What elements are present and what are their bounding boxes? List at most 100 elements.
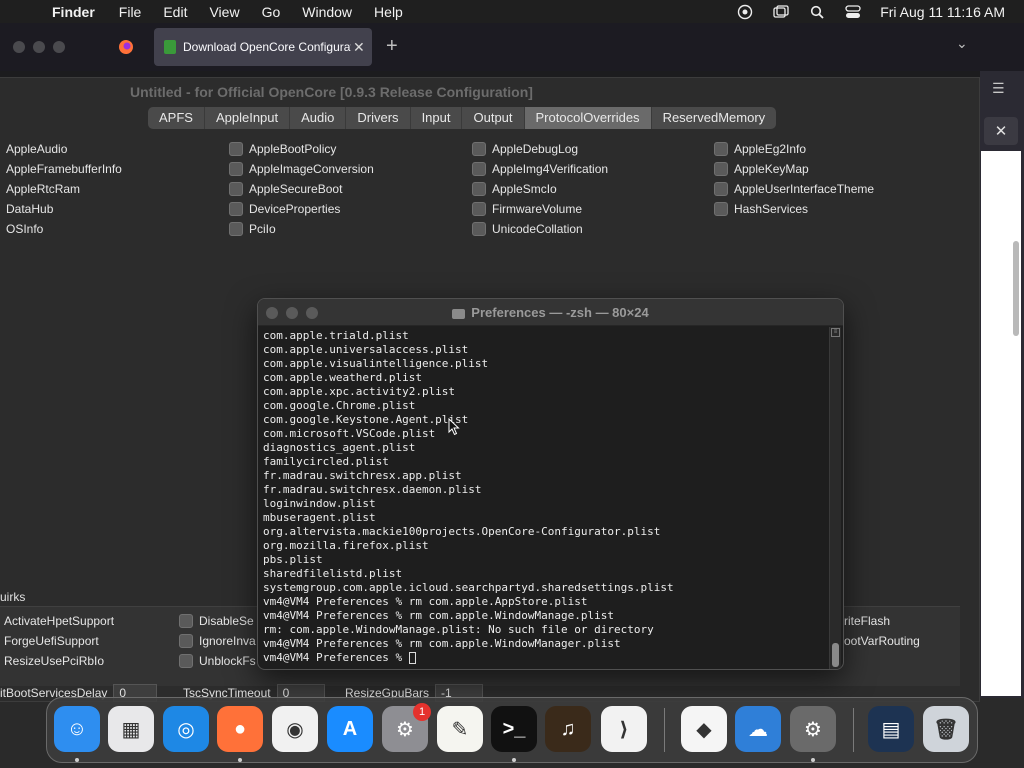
tab-input[interactable]: Input (411, 107, 463, 129)
tab-output[interactable]: Output (462, 107, 525, 129)
terminal-title-bar[interactable]: Preferences — -zsh — 80×24 (258, 299, 843, 326)
checkbox-box[interactable] (229, 182, 243, 196)
tab-appleinput[interactable]: AppleInput (205, 107, 291, 129)
tab-audio[interactable]: Audio (290, 107, 347, 129)
menu-file[interactable]: File (119, 4, 142, 20)
control-center-icon[interactable] (844, 3, 861, 20)
checkbox-deviceproperties[interactable]: DeviceProperties (229, 201, 340, 217)
dock-trash-icon[interactable]: 🗑 (923, 706, 969, 752)
menu-help[interactable]: Help (374, 4, 403, 20)
checkbox-forgeuefisupport[interactable]: ForgeUefiSupport (0, 633, 99, 649)
scroll-marker-icon[interactable]: ≡ (831, 328, 840, 337)
checkbox-appleeg2info[interactable]: AppleEg2Info (714, 141, 806, 157)
checkbox-appleimageconversion[interactable]: AppleImageConversion (229, 161, 374, 177)
list-all-tabs-button[interactable]: ⌄ (956, 35, 968, 52)
checkbox-box[interactable] (714, 142, 728, 156)
terminal-line: fr.madrau.switchresx.app.plist (263, 469, 462, 482)
pinned-tab-firefox[interactable] (110, 33, 142, 61)
close-sidebar-button[interactable]: ✕ (984, 117, 1018, 145)
new-tab-button[interactable]: + (386, 35, 398, 58)
checkbox-unicodecollation[interactable]: UnicodeCollation (472, 221, 583, 237)
checkbox-appleimg4verification[interactable]: AppleImg4Verification (472, 161, 608, 177)
close-tab-button[interactable]: ✕ (353, 39, 365, 56)
checkbox-appleuserinterfacetheme[interactable]: AppleUserInterfaceTheme (714, 181, 874, 197)
checkbox-bootvarrouting-label[interactable]: ootVarRouting (844, 633, 920, 649)
dock-safari-icon[interactable]: ◎ (163, 706, 209, 752)
checkbox-applekeymap[interactable]: AppleKeyMap (714, 161, 809, 177)
checkbox-box[interactable] (472, 182, 486, 196)
tab-download-opencore[interactable]: Download OpenCore Configurat ✕ (154, 28, 372, 66)
dock-firefox-icon[interactable]: ● (217, 706, 263, 752)
checkbox-appleaudio[interactable]: AppleAudio (0, 141, 67, 157)
dock-finder-icon[interactable]: ☺ (54, 706, 100, 752)
checkbox-box[interactable] (229, 222, 243, 236)
checkbox-box[interactable] (179, 614, 193, 628)
menu-edit[interactable]: Edit (163, 4, 187, 20)
checkbox-box[interactable] (714, 162, 728, 176)
checkbox-writeflash-label[interactable]: riteFlash (844, 613, 890, 629)
checkbox-activatehpetsupport[interactable]: ActivateHpetSupport (0, 613, 114, 629)
checkbox-resizeusepcirbio[interactable]: ResizeUsePciRbIo (0, 653, 104, 669)
tab-protocoloverrides[interactable]: ProtocolOverrides (524, 107, 652, 129)
dock-app-store-icon[interactable]: A (327, 706, 373, 752)
checkbox-box[interactable] (714, 202, 728, 216)
checkbox-appledebuglog[interactable]: AppleDebugLog (472, 141, 578, 157)
dock-downloads-icon[interactable]: ▤ (868, 706, 914, 752)
terminal-output[interactable]: com.apple.triald.plist com.apple.universa… (263, 329, 828, 665)
terminal-scrollbar[interactable]: ≡ (829, 327, 841, 669)
minimize-window-button[interactable] (33, 41, 45, 53)
checkbox-box[interactable] (472, 202, 486, 216)
menu-app-name[interactable]: Finder (52, 4, 95, 20)
checkbox-box[interactable] (472, 162, 486, 176)
checkbox-ignoreinvalid[interactable]: IgnoreInva (179, 633, 256, 649)
quirks-section-label: uirks (0, 590, 26, 604)
checkbox-disablesecuritypolicy[interactable]: DisableSe (179, 613, 254, 629)
checkbox-box[interactable] (229, 142, 243, 156)
menu-clock[interactable]: Fri Aug 11 11:16 AM (880, 4, 1005, 20)
checkbox-label: ResizeUsePciRbIo (4, 654, 105, 668)
spotlight-search-icon[interactable] (808, 3, 825, 20)
dock-visual-studio-icon[interactable]: ◆ (681, 706, 727, 752)
checkbox-box[interactable] (472, 142, 486, 156)
dock-vs-code-icon[interactable]: ⟩ (601, 706, 647, 752)
dock-opencore-configurator-icon[interactable]: ⚙ (790, 706, 836, 752)
checkbox-box[interactable] (472, 222, 486, 236)
checkbox-hashservices[interactable]: HashServices (714, 201, 808, 217)
checkbox-firmwarevolume[interactable]: FirmwareVolume (472, 201, 582, 217)
checkbox-box[interactable] (179, 634, 193, 648)
dock-chrome-icon[interactable]: ◉ (272, 706, 318, 752)
checkbox-box[interactable] (229, 162, 243, 176)
display-mirror-icon[interactable] (772, 3, 789, 20)
checkbox-appleframebufferinfo[interactable]: AppleFramebufferInfo (0, 161, 122, 177)
close-window-button[interactable] (13, 41, 25, 53)
terminal-scroll-thumb[interactable] (832, 643, 839, 667)
dock-textedit-icon[interactable]: ✎ (437, 706, 483, 752)
menu-view[interactable]: View (209, 4, 239, 20)
app-menu-button[interactable]: ☰ (992, 80, 1005, 97)
checkbox-unblockfs[interactable]: UnblockFs (179, 653, 256, 669)
tab-reservedmemory[interactable]: ReservedMemory (652, 107, 777, 129)
checkbox-box[interactable] (229, 202, 243, 216)
dock-weather-icon[interactable]: ☁ (735, 706, 781, 752)
menu-go[interactable]: Go (262, 4, 281, 20)
zoom-window-button[interactable] (53, 41, 65, 53)
checkbox-applebootpolicy[interactable]: AppleBootPolicy (229, 141, 336, 157)
checkbox-applesmcio[interactable]: AppleSmcIo (472, 181, 557, 197)
page-scrollbar[interactable] (1013, 241, 1019, 336)
dock-garageband-icon[interactable]: ♫ (545, 706, 591, 752)
checkbox-datahub[interactable]: DataHub (0, 201, 53, 217)
tab-drivers[interactable]: Drivers (346, 107, 411, 129)
checkbox-osinfo[interactable]: OSInfo (0, 221, 43, 237)
checkbox-label: IgnoreInva (199, 634, 256, 648)
screen-sharing-icon[interactable] (736, 3, 753, 20)
dock-launchpad-icon[interactable]: ▦ (108, 706, 154, 752)
tab-apfs[interactable]: APFS (148, 107, 205, 129)
checkbox-applertcram[interactable]: AppleRtcRam (0, 181, 80, 197)
checkbox-box[interactable] (179, 654, 193, 668)
menu-window[interactable]: Window (302, 4, 352, 20)
checkbox-applesecureboot[interactable]: AppleSecureBoot (229, 181, 342, 197)
checkbox-pciio[interactable]: PciIo (229, 221, 276, 237)
dock-terminal-icon[interactable]: >_ (491, 706, 537, 752)
checkbox-box[interactable] (714, 182, 728, 196)
terminal-window[interactable]: Preferences — -zsh — 80×24 com.apple.tri… (257, 298, 844, 670)
